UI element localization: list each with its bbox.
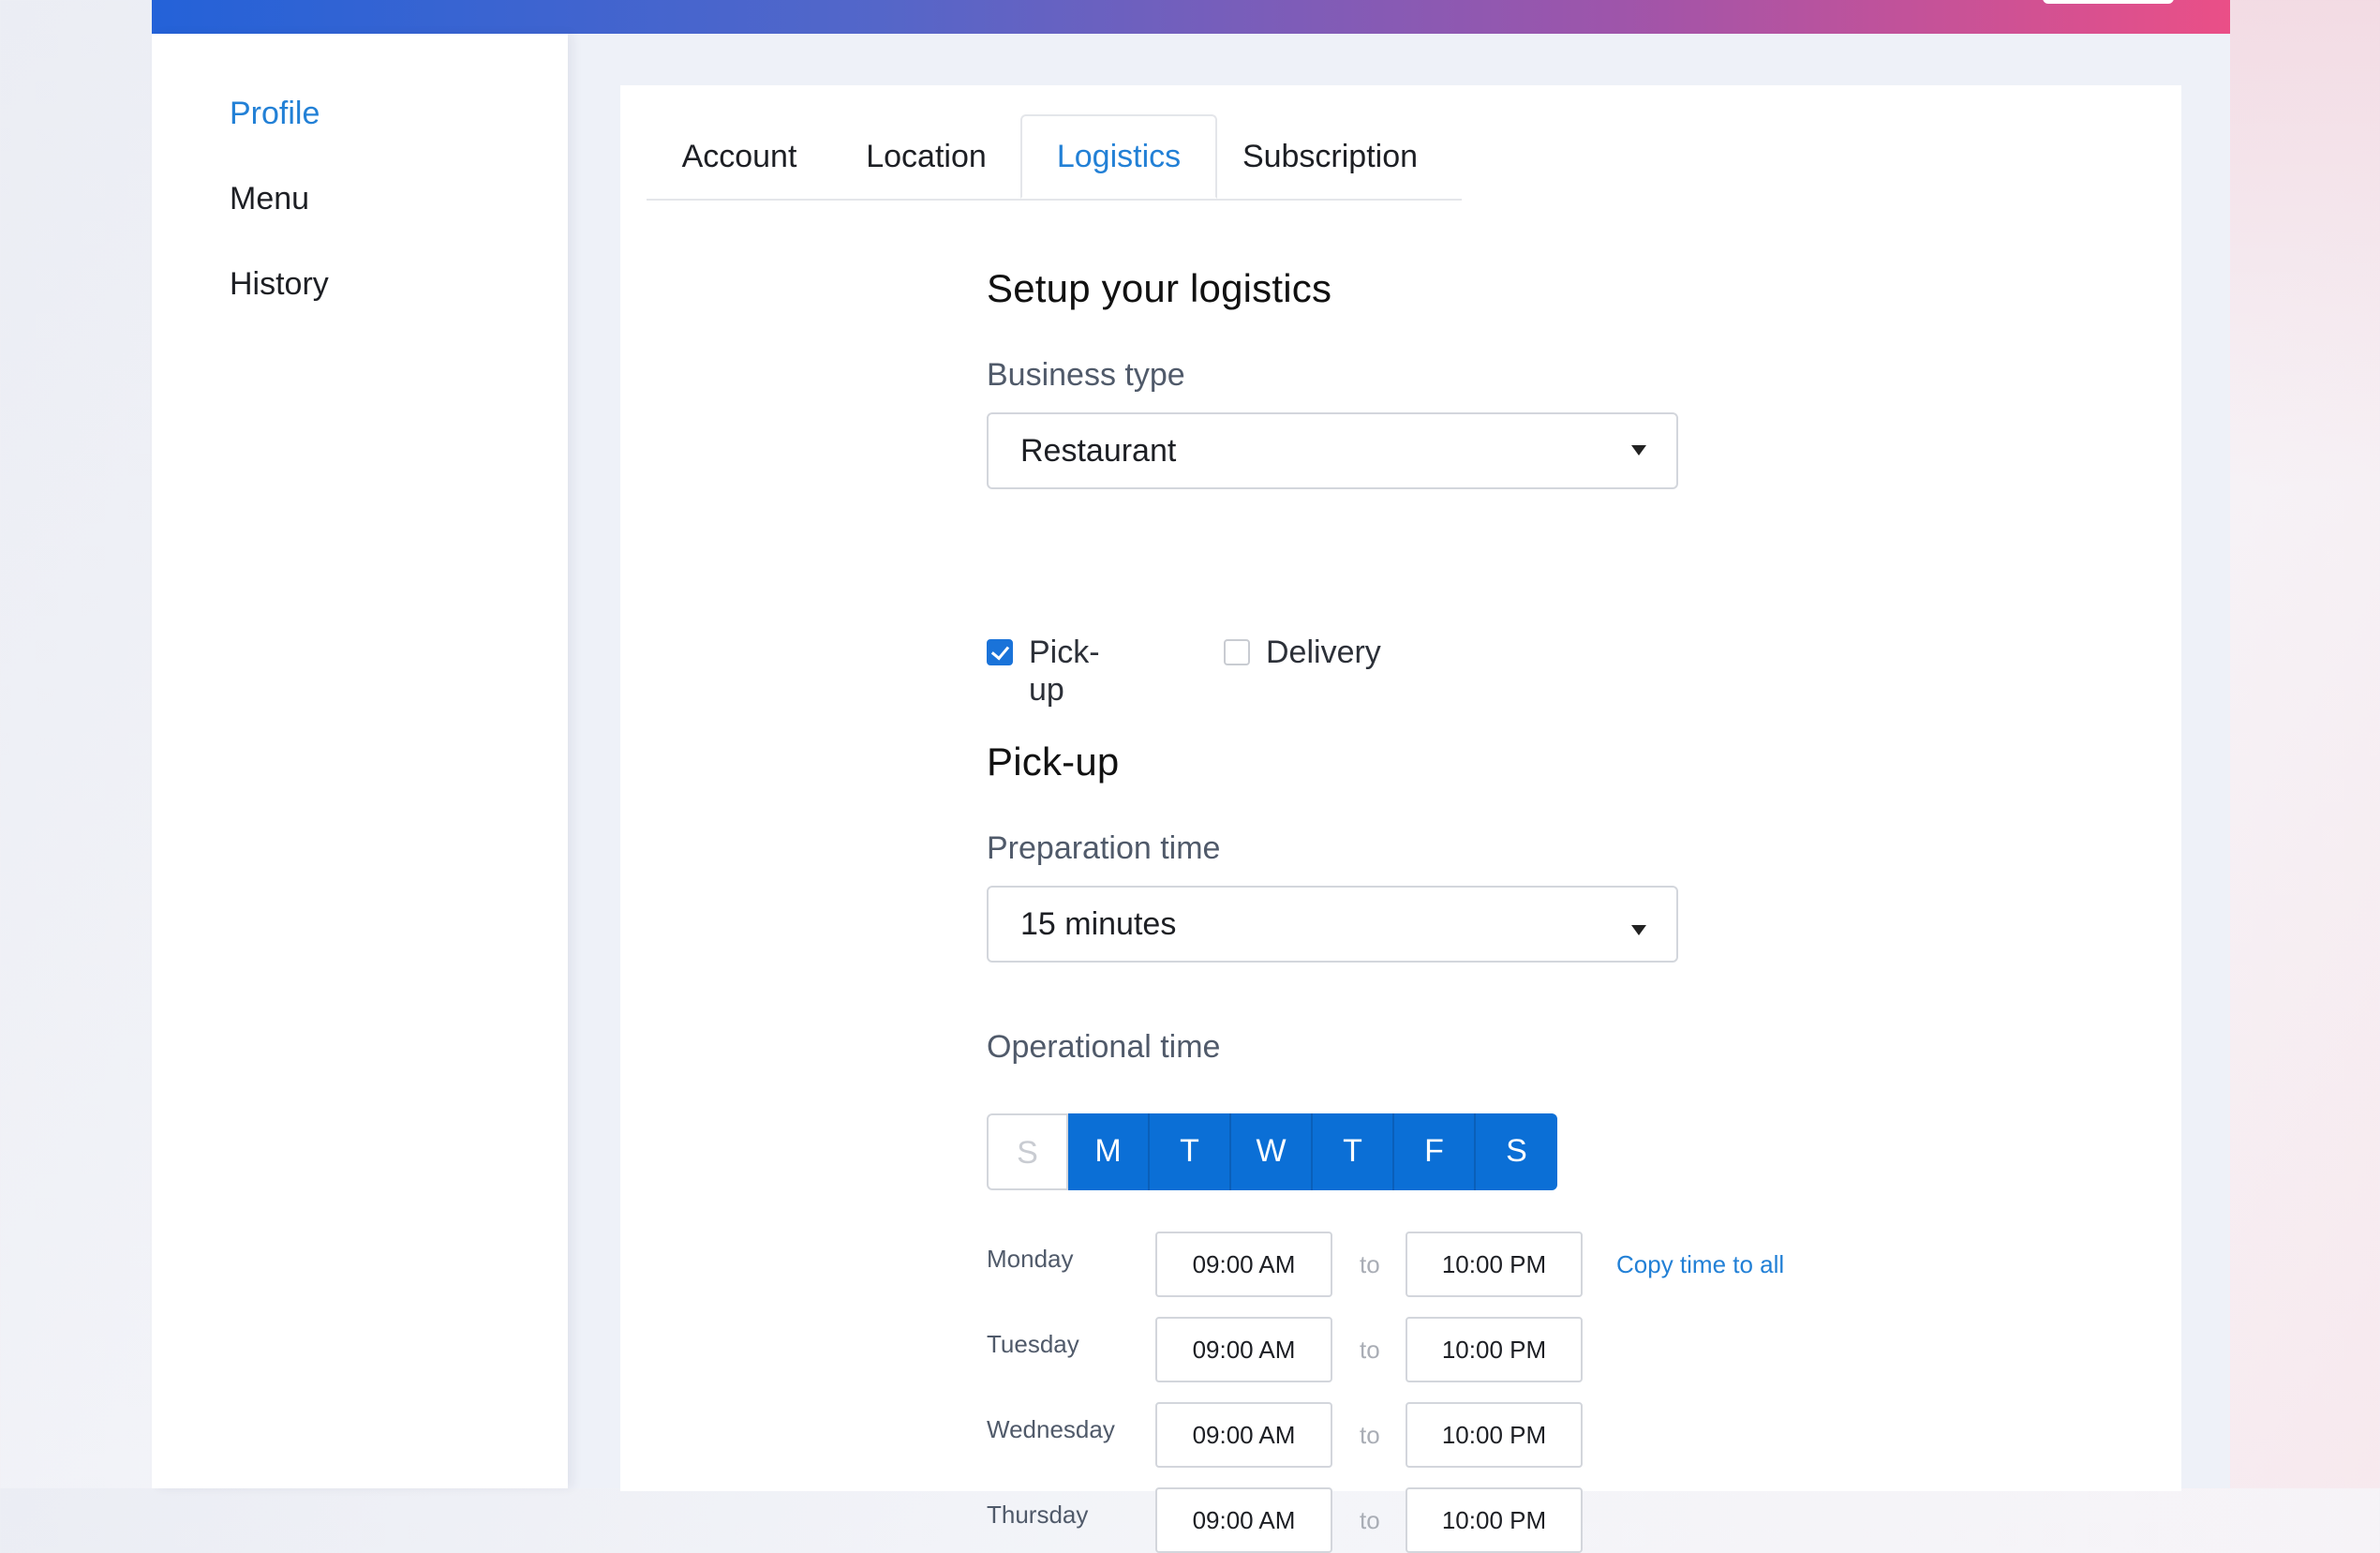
preparation-time-select[interactable]: 15 minutes [987,886,1678,963]
settings-panel: Account Location Logistics Subscription … [620,85,2181,1553]
delivery-option-label: Delivery [1266,635,1381,670]
day-toggle-friday[interactable]: F [1394,1113,1476,1190]
to-separator: to [1360,1250,1380,1278]
business-type-value: Restaurant [1020,433,1177,469]
schedule-day-label: Wednesday [987,1415,1115,1443]
sidebar: Profile Menu History [152,34,568,1488]
header-button[interactable] [2043,0,2174,4]
operational-time-label: Operational time [987,1029,1221,1065]
to-separator: to [1360,1421,1380,1449]
schedule-day-label: Tuesday [987,1330,1079,1358]
pickup-checkbox[interactable] [987,639,1013,665]
pickup-section-heading: Pick-up [987,739,1120,784]
close-time-input[interactable]: 10:00 PM [1406,1317,1583,1382]
sidebar-item-history[interactable]: History [230,266,329,303]
preparation-time-label: Preparation time [987,830,1221,866]
business-type-select[interactable]: Restaurant [987,412,1678,489]
schedule-row-thursday: Thursday 09:00 AM to 10:00 PM [987,1487,2017,1553]
page-title: Setup your logistics [987,266,1332,310]
day-toggle-wednesday[interactable]: W [1231,1113,1313,1190]
close-time-input[interactable]: 10:00 PM [1406,1487,1583,1553]
day-toggle-monday[interactable]: M [1068,1113,1150,1190]
open-time-input[interactable]: 09:00 AM [1155,1487,1332,1553]
chevron-down-icon [1631,925,1646,935]
delivery-checkbox[interactable] [1224,639,1250,665]
schedule-row-wednesday: Wednesday 09:00 AM to 10:00 PM [987,1402,2017,1468]
schedule-row-tuesday: Tuesday 09:00 AM to 10:00 PM [987,1317,2017,1382]
chevron-down-icon [1631,445,1646,455]
pickup-option-label: Pick-up [1029,635,1100,708]
close-time-input[interactable]: 10:00 PM [1406,1232,1583,1297]
app-body: Profile Menu History Account Location Lo… [152,34,2230,1553]
sidebar-item-menu[interactable]: Menu [230,181,309,217]
logistics-form: Setup your logistics Business type Resta… [987,85,2017,1553]
copy-time-to-all-link[interactable]: Copy time to all [1616,1250,1784,1279]
day-toggle-thursday[interactable]: T [1313,1113,1394,1190]
day-toggle-tuesday[interactable]: T [1150,1113,1231,1190]
open-time-input[interactable]: 09:00 AM [1155,1402,1332,1468]
schedule-day-label: Monday [987,1245,1074,1273]
day-toggle-sunday[interactable]: S [987,1113,1068,1190]
check-icon [990,641,1010,661]
preparation-time-value: 15 minutes [1020,906,1177,942]
open-time-input[interactable]: 09:00 AM [1155,1232,1332,1297]
to-separator: to [1360,1336,1380,1364]
open-time-input[interactable]: 09:00 AM [1155,1317,1332,1382]
day-toggle-saturday[interactable]: S [1476,1113,1557,1190]
business-type-label: Business type [987,357,1185,393]
tab-account[interactable]: Account [647,114,832,199]
sidebar-item-profile[interactable]: Profile [230,96,320,132]
schedule-day-label: Thursday [987,1501,1089,1529]
to-separator: to [1360,1506,1380,1534]
schedule-row-monday: Monday 09:00 AM to 10:00 PM Copy time to… [987,1232,2017,1297]
close-time-input[interactable]: 10:00 PM [1406,1402,1583,1468]
top-header-bar [152,0,2230,34]
